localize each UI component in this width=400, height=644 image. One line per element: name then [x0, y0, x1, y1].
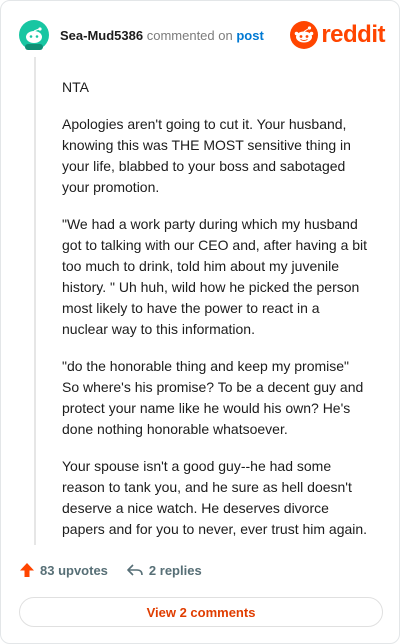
upvote-arrow-icon [20, 563, 34, 577]
upvote-count: 83 upvotes [40, 562, 108, 578]
comment-paragraph: NTA [62, 79, 89, 95]
upvote-button[interactable]: 83 upvotes [19, 562, 108, 578]
comment-card: Sea-Mud5386 commented on post reddit NTA… [0, 0, 400, 644]
reddit-logo-text: reddit [321, 21, 385, 48]
comment-paragraph: Apologies aren't going to cut it. Your h… [62, 116, 351, 195]
view-comments-label: View 2 comments [146, 604, 256, 620]
comment-paragraph: "We had a work party during which my hus… [62, 216, 368, 337]
thread-line[interactable] [34, 57, 36, 545]
reddit-logo[interactable]: reddit [290, 21, 385, 49]
replies-button[interactable]: 2 replies [126, 562, 202, 578]
replies-count: 2 replies [148, 562, 202, 578]
view-comments-button[interactable]: View 2 comments [19, 597, 383, 627]
snoo-avatar-icon[interactable] [19, 20, 49, 50]
comment-body: NTA Apologies aren't going to cut it. Yo… [62, 77, 368, 556]
comment-paragraph: "do the honorable thing and keep my prom… [62, 358, 364, 437]
comment-paragraph: Your spouse isn't a good guy--he had som… [62, 458, 368, 537]
comment-actions: 83 upvotes 2 replies [19, 562, 220, 578]
comment-meta: Sea-Mud5386 commented on post [60, 28, 264, 43]
comment-header: Sea-Mud5386 commented on post reddit [19, 19, 385, 51]
post-link[interactable]: post [236, 28, 263, 43]
username-link[interactable]: Sea-Mud5386 [60, 28, 143, 43]
commented-on-text: commented on [146, 27, 233, 43]
reddit-logo-icon [290, 21, 319, 49]
reply-arrow-icon [127, 564, 143, 576]
